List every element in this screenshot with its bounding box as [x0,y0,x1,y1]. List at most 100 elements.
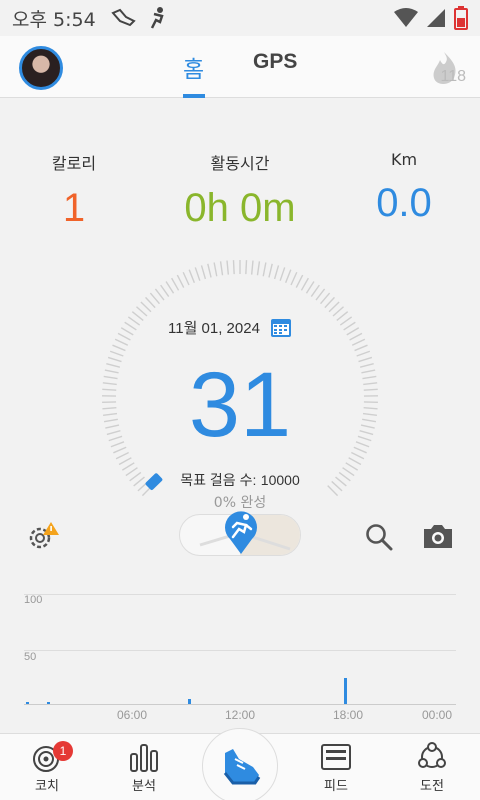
calories-value: 1 [62,186,86,230]
x-tick-label: 18:00 [333,708,364,722]
distance-stat: Km 0.0 [334,150,474,226]
dial-tick [310,284,320,297]
dial-tick [149,292,161,305]
app-shoe-icon [111,8,136,27]
sneaker-icon [223,749,261,785]
dial-tick [273,265,280,280]
dial-tick [349,332,363,341]
search-icon[interactable] [364,522,394,552]
nav-item-analysis[interactable]: 분석 [114,742,174,794]
step-count: 31 [188,354,292,456]
x-tick-label: 12:00 [225,708,256,722]
chart-baseline [24,704,456,705]
dial-tick [160,284,170,297]
dial-tick [121,462,135,471]
calendar-icon[interactable] [270,316,292,338]
dial-tick [324,296,335,309]
tab-home[interactable]: 홈 [183,50,204,84]
nav-item-feed[interactable]: 피드 [306,742,366,794]
date-text: 11월 01, 2024 [168,319,260,337]
dial-tick [305,281,315,294]
feed-icon [321,744,351,770]
nav-item-challenge[interactable]: 도전 [402,742,462,794]
dial-tick [118,457,132,466]
active-time-label: 활동시간 [210,154,270,173]
tab-gps[interactable]: GPS [253,50,297,74]
dial-tick [268,263,273,278]
nav-label-challenge: 도전 [420,779,444,794]
nav-label-coach: 코치 [35,779,59,794]
dial-tick [182,271,190,286]
distance-value: 0.0 [376,181,432,225]
calories-label: 칼로리 [51,154,97,173]
analysis-bar-icon [130,744,158,772]
camera-icon[interactable] [422,522,454,550]
dial-tick [124,321,137,331]
dial-tick [315,288,326,301]
dial-tick [336,311,349,322]
chart-gridline [24,650,456,651]
chart-bar [47,701,51,704]
dial-tick [171,277,180,291]
dial-tick [219,261,224,276]
dial-tick [346,327,360,336]
chart-bar [187,698,191,704]
dial-tick [207,263,212,278]
coach-notification-badge: 1 [53,741,73,761]
y-tick-label: 100 [24,594,43,606]
dial-tick [354,344,368,352]
chart-gridline [24,594,456,595]
dial-tick [194,267,201,281]
dial-tick [112,344,126,352]
dial-tick [279,267,286,281]
chart-bar [25,701,29,704]
dial-tick [165,281,175,294]
x-tick-label: 06:00 [117,708,148,722]
dial-tick [145,296,156,309]
dial-tick [140,301,152,313]
dial-tick [256,261,261,276]
dial-tick [176,274,185,288]
dial-tick [245,260,248,275]
dial-tick [319,292,331,305]
dial-tick [200,265,207,280]
wifi-icon [394,8,418,27]
y-tick-label: 50 [24,651,37,663]
dial-tick [332,306,344,317]
dial-tick [290,271,298,286]
dial-tick [351,338,366,346]
dial-tick [232,260,235,275]
date-selector[interactable]: 11월 01, 2024 [168,316,292,338]
nav-label-feed: 피드 [324,779,348,794]
chart-bar [344,677,348,704]
dial-tick [284,269,292,283]
status-time: 오후 5:54 [12,8,96,31]
active-time-stat: 활동시간 0h 0m [170,150,310,231]
battery-low-icon [454,6,468,30]
dial-tick [136,306,148,317]
dial-tick [131,311,144,322]
settings-warning-icon[interactable] [24,520,60,552]
nav-center-activity-button[interactable] [202,728,278,800]
run-start-pin-icon[interactable] [220,507,262,555]
dial-tick [348,457,362,466]
badge-count: 118 [440,68,466,85]
active-time-value: 0h 0m [184,186,296,230]
dial-tick [114,338,129,346]
signal-icon [427,9,445,27]
dial-tick [295,274,304,288]
step-goal-label: 목표 걸음 수: [180,472,257,488]
dial-tick [328,301,340,313]
dial-tick [188,269,196,283]
calories-stat: 칼로리 1 [4,150,144,231]
avatar[interactable] [19,46,63,90]
dial-tick [117,332,131,341]
tab-home-indicator [183,94,205,98]
dial-tick [339,316,353,326]
dial-tick [120,327,134,336]
dial-tick [226,260,230,275]
dial-tick [300,277,309,291]
step-goal-value: 10000 [260,472,300,488]
x-tick-label: 00:00 [422,708,453,722]
distance-label: Km [390,150,418,169]
